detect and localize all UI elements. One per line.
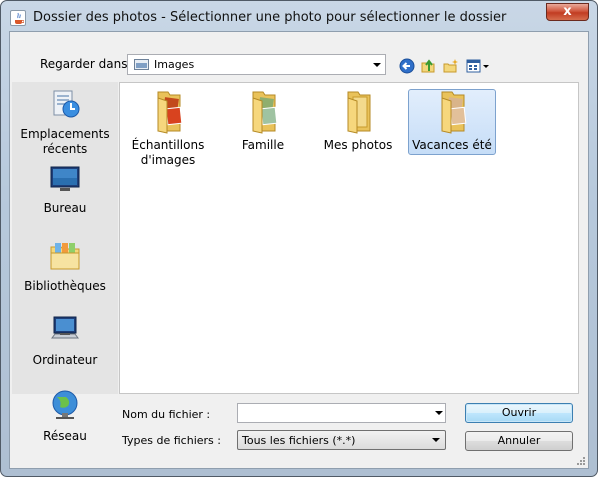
place-desktop[interactable]: Bureau xyxy=(12,164,118,216)
look-in-value: Images xyxy=(154,58,195,71)
folder-icon xyxy=(252,91,278,134)
cancel-button[interactable]: Annuler xyxy=(465,431,573,451)
file-list-view[interactable]: Échantillons d'images Famille Mes photos xyxy=(119,82,579,394)
look-in-combobox[interactable]: Images xyxy=(127,54,386,75)
file-name-input[interactable] xyxy=(237,403,446,423)
up-folder-icon[interactable] xyxy=(420,58,436,74)
file-name-label: Nom du fichier : xyxy=(122,408,211,421)
folder-label: Échantillons d'images xyxy=(131,138,205,167)
file-types-value: Tous les fichiers (*.*) xyxy=(242,434,356,447)
view-menu-icon[interactable] xyxy=(466,58,492,74)
window-title: Dossier des photos - Sélectionner une ph… xyxy=(33,10,507,25)
place-libraries[interactable]: Bibliothèques xyxy=(12,238,118,294)
place-computer-label: Ordinateur xyxy=(32,353,98,367)
chevron-down-icon xyxy=(435,411,443,415)
place-network[interactable]: Réseau xyxy=(12,388,118,444)
folder-icon xyxy=(441,91,467,134)
java-app-icon xyxy=(10,10,26,26)
place-libraries-label: Bibliothèques xyxy=(24,279,106,293)
place-network-label: Réseau xyxy=(43,429,87,443)
folder-item[interactable]: Échantillons d'images xyxy=(123,89,213,167)
close-icon: x xyxy=(563,4,572,19)
folder-label: Famille xyxy=(241,138,285,152)
recent-places-icon xyxy=(53,90,80,118)
network-icon xyxy=(52,390,78,419)
folder-label: Mes photos xyxy=(323,138,393,152)
place-computer[interactable]: Ordinateur xyxy=(12,314,118,368)
folder-item[interactable]: Famille xyxy=(218,89,308,155)
folder-item-selected[interactable]: Vacances été xyxy=(408,89,496,155)
place-desktop-label: Bureau xyxy=(43,201,87,215)
place-recent[interactable]: Emplacements récents xyxy=(12,88,118,157)
file-types-combobox[interactable]: Tous les fichiers (*.*) xyxy=(237,430,446,450)
file-types-label: Types de fichiers : xyxy=(122,434,221,447)
pictures-folder-icon xyxy=(134,59,149,70)
computer-icon xyxy=(51,316,79,339)
back-icon[interactable] xyxy=(399,58,415,74)
open-button[interactable]: Ouvrir xyxy=(465,403,573,423)
look-in-label: Regarder dans : xyxy=(40,57,136,71)
folder-icon xyxy=(157,91,183,134)
desktop-icon xyxy=(50,166,80,191)
place-recent-label: Emplacements récents xyxy=(20,127,110,156)
folder-item[interactable]: Mes photos xyxy=(313,89,403,155)
chevron-down-icon xyxy=(373,63,381,67)
places-bar: Emplacements récents Bureau Bibliothèque… xyxy=(12,82,118,443)
title-bar[interactable]: Dossier des photos - Sélectionner une ph… xyxy=(1,1,597,31)
libraries-icon xyxy=(50,243,80,270)
new-folder-icon[interactable] xyxy=(443,58,459,74)
dialog-window: Dossier des photos - Sélectionner une ph… xyxy=(0,0,598,477)
dialog-client-area: Regarder dans : Images Emplacements réce… xyxy=(9,31,589,469)
file-name-dropdown-button[interactable] xyxy=(433,403,445,423)
close-button[interactable]: x xyxy=(546,3,589,21)
resize-grip-icon[interactable] xyxy=(576,456,586,466)
folder-icon xyxy=(347,91,371,134)
chevron-down-icon xyxy=(432,438,440,442)
folder-label: Vacances été xyxy=(412,138,492,152)
